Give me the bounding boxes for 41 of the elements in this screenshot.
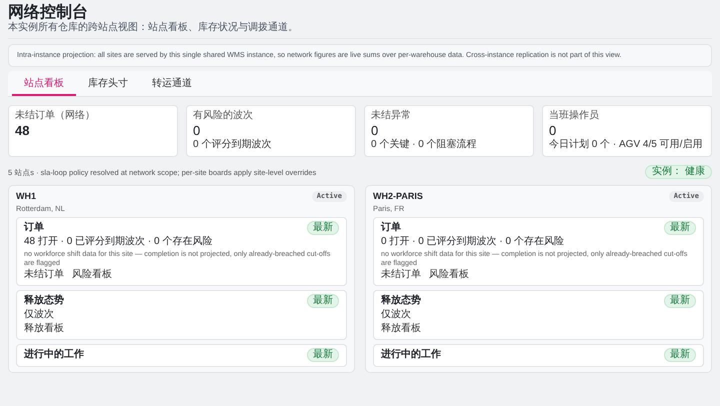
kpi-detail: 今日计划 0 个 · AGV 4/5 可用/启用 bbox=[549, 139, 704, 152]
section-title: 进行中的工作 bbox=[381, 349, 441, 362]
section-title: 进行中的工作 bbox=[24, 349, 84, 362]
tab[interactable]: 站点看板 bbox=[12, 70, 76, 96]
kpi-label: 未结订单（网络） bbox=[15, 110, 96, 122]
site-name: WH2-PARIS bbox=[373, 191, 423, 202]
section-link[interactable]: 风险看板 bbox=[72, 269, 112, 282]
section-summary: 0 打开 · 0 已评分到期波次 · 0 个存在风险 bbox=[381, 236, 565, 248]
section-summary: 仅波次 bbox=[381, 309, 412, 322]
page-title: 网络控制台 bbox=[8, 4, 89, 22]
kpi-label: 有风险的波次 bbox=[193, 110, 254, 122]
kpi-value: 0 bbox=[549, 122, 558, 138]
fresh-badge: 最新 bbox=[307, 348, 339, 362]
fresh-badge: 最新 bbox=[664, 221, 696, 236]
section-summary: 48 打开 · 0 已评分到期波次 · 0 个存在风险 bbox=[24, 236, 214, 248]
section-link[interactable]: 释放看板 bbox=[381, 323, 421, 336]
fresh-badge: 最新 bbox=[664, 294, 696, 308]
section-link[interactable]: 未结订单 bbox=[381, 269, 421, 282]
kpi-detail: 0 个评分到期波次 bbox=[193, 139, 272, 152]
tab[interactable]: 转运通道 bbox=[140, 70, 204, 96]
fresh-badge: 最新 bbox=[664, 348, 696, 362]
health-badge: 实例： 健康 bbox=[645, 165, 712, 180]
section-summary: 仅波次 bbox=[24, 309, 55, 322]
kpi-detail: 0 个关键 · 0 个阻塞流程 bbox=[371, 139, 478, 152]
kpi-value: 48 bbox=[15, 122, 30, 138]
fresh-badge: 最新 bbox=[307, 294, 339, 308]
kpi-value: 0 bbox=[193, 122, 202, 138]
section-link[interactable]: 释放看板 bbox=[24, 323, 64, 336]
site-name: WH1 bbox=[16, 191, 37, 202]
page-subtitle: 本实例所有仓库的跨站点视图：站点看板、库存状况与调拨通道。 bbox=[8, 22, 712, 39]
tab[interactable]: 库存头寸 bbox=[76, 70, 140, 96]
section-title: 订单 bbox=[381, 222, 401, 234]
section-link[interactable]: 风险看板 bbox=[429, 269, 469, 282]
kpi-value: 0 bbox=[371, 122, 380, 138]
section-link[interactable]: 未结订单 bbox=[24, 269, 64, 282]
kpi-label: 未结异常 bbox=[371, 110, 412, 122]
section-title: 释放态势 bbox=[381, 295, 421, 308]
kpi-label: 当班操作员 bbox=[549, 110, 600, 122]
section-title: 订单 bbox=[24, 222, 44, 234]
fresh-badge: 最新 bbox=[307, 221, 339, 236]
section-title: 释放态势 bbox=[24, 295, 64, 308]
